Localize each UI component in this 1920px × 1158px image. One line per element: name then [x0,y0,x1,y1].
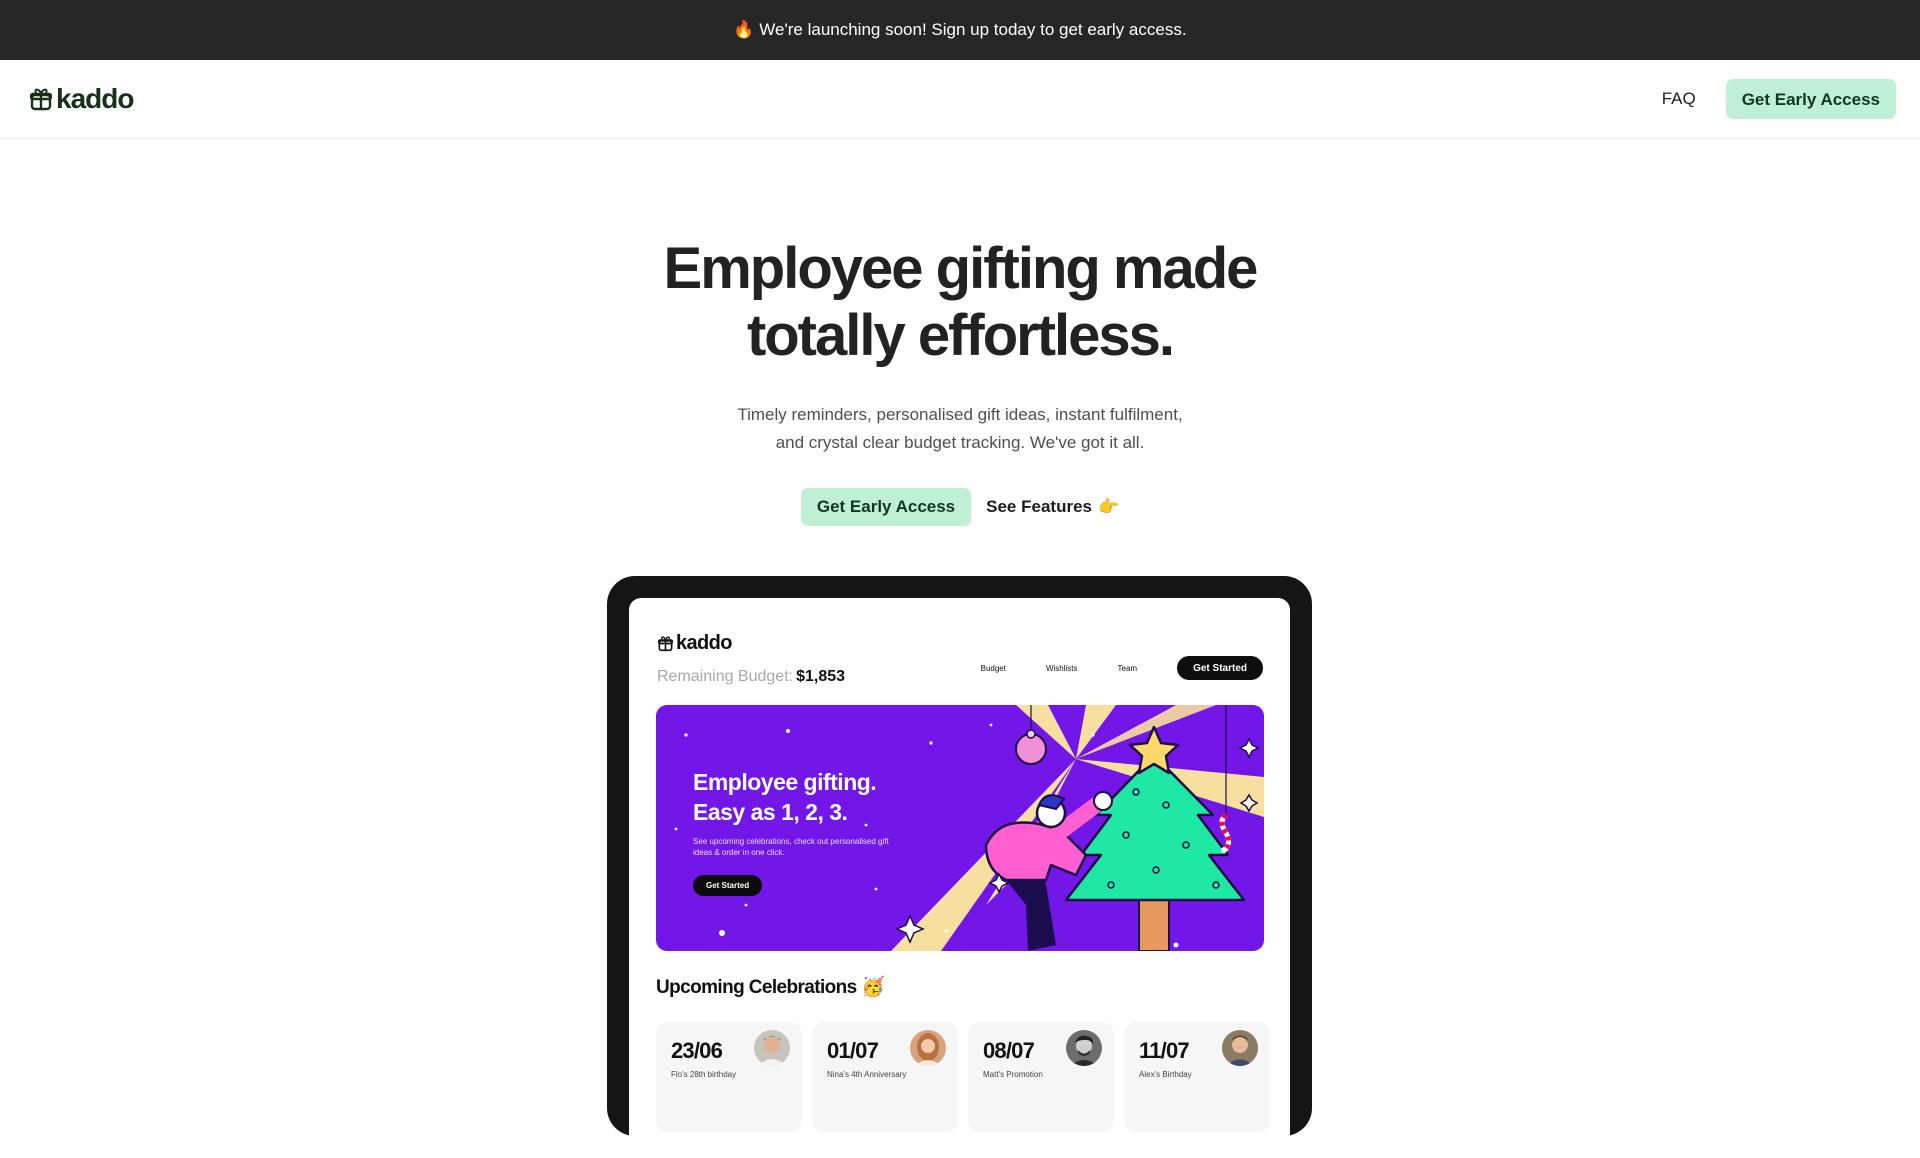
celebration-label: Alex's Birthday [1139,1070,1192,1079]
gift-icon [30,88,52,111]
app-logo-text: kaddo [676,632,733,654]
budget-value: $1,853 [796,668,846,685]
see-features-link[interactable]: See Features 👉 [986,497,1119,517]
upcoming-celebrations-heading: Upcoming Celebrations 🥳 [656,975,885,999]
celebration-label: Flo's 28th birthday [671,1070,737,1079]
faq-link[interactable]: FAQ [1662,89,1696,109]
avatar [754,1030,790,1066]
hero-title-line1: Employee gifting made [663,236,1259,301]
app-logo: kaddo [658,632,733,655]
banner-subtitle: See upcoming celebrations, check out per… [693,837,889,857]
app-get-started-button: Get Started [1177,656,1263,680]
logo-text: kaddo [56,83,134,114]
celebration-label: Nina's 4th Anniversary [827,1070,907,1079]
celebration-date: 01/07 [827,1038,879,1063]
top-nav: kaddo FAQ Get Early Access [0,60,1920,139]
celebration-card: 11/07 Alex's Birthday [1124,1022,1270,1132]
app-screen: kaddo Remaining Budget: $1,853 Budget Wis… [629,598,1290,1158]
celebration-date: 08/07 [983,1038,1035,1063]
promo-banner: Employee gifting. Easy as 1, 2, 3. See u… [656,705,1264,951]
hero-subtitle-line1: Timely reminders, personalised gift idea… [737,405,1183,424]
announcement-bar: 🔥 We're launching soon! Sign up today to… [0,0,1920,60]
avatar [1066,1030,1102,1066]
avatar [910,1030,946,1066]
get-early-access-button[interactable]: Get Early Access [1725,79,1896,119]
christmas-illustration [674,705,1264,951]
hero-title: Employee gifting made totally effortless… [0,235,1920,369]
tablet-mockup: kaddo Remaining Budget: $1,853 Budget Wis… [607,576,1312,1158]
budget-label: Remaining Budget: [657,668,794,685]
celebration-card: 23/06 Flo's 28th birthday [656,1022,802,1132]
see-features-label: See Features [986,497,1092,516]
banner-get-started-button: Get Started [693,875,763,896]
app-nav-team: Team [1117,663,1138,673]
logo[interactable]: kaddo [30,83,134,115]
hero-cta-row: Get Early Access See Features 👉 [0,488,1920,526]
banner-title-line1: Employee gifting. [693,769,877,795]
hero-title-line2: totally effortless. [746,303,1175,368]
celebration-card: 01/07 Nina's 4th Anniversary [812,1022,958,1132]
announcement-text: 🔥 We're launching soon! Sign up today to… [733,20,1187,39]
app-nav: Budget Wishlists Team Get Started [981,656,1263,680]
upcoming-title: Upcoming Celebrations [656,977,857,998]
banner-title: Employee gifting. Easy as 1, 2, 3. [693,767,877,827]
hero-subtitle: Timely reminders, personalised gift idea… [0,401,1920,457]
banner-title-line2: Easy as 1, 2, 3. [693,799,848,825]
hero-get-early-access-button[interactable]: Get Early Access [800,488,972,526]
avatar [1222,1030,1258,1066]
gift-icon [658,636,673,652]
celebration-date: 11/07 [1139,1038,1190,1063]
nav-actions: FAQ Get Early Access [1662,79,1896,119]
hero-subtitle-line2: and crystal clear budget tracking. We've… [775,433,1145,452]
celebration-label: Matt's Promotion [983,1070,1043,1079]
remaining-budget: Remaining Budget: $1,853 [657,668,845,686]
app-nav-wishlists: Wishlists [1045,663,1078,673]
celebration-cards: 23/06 Flo's 28th birthday 01/07 Nina's 4… [656,1022,1270,1132]
app-nav-budget: Budget [980,663,1006,673]
celebration-date: 23/06 [671,1038,723,1063]
celebration-card: 08/07 Matt's Promotion [968,1022,1114,1132]
pointing-hand-icon: 👉 [1097,497,1120,516]
party-face-icon: 🥳 [861,977,885,998]
